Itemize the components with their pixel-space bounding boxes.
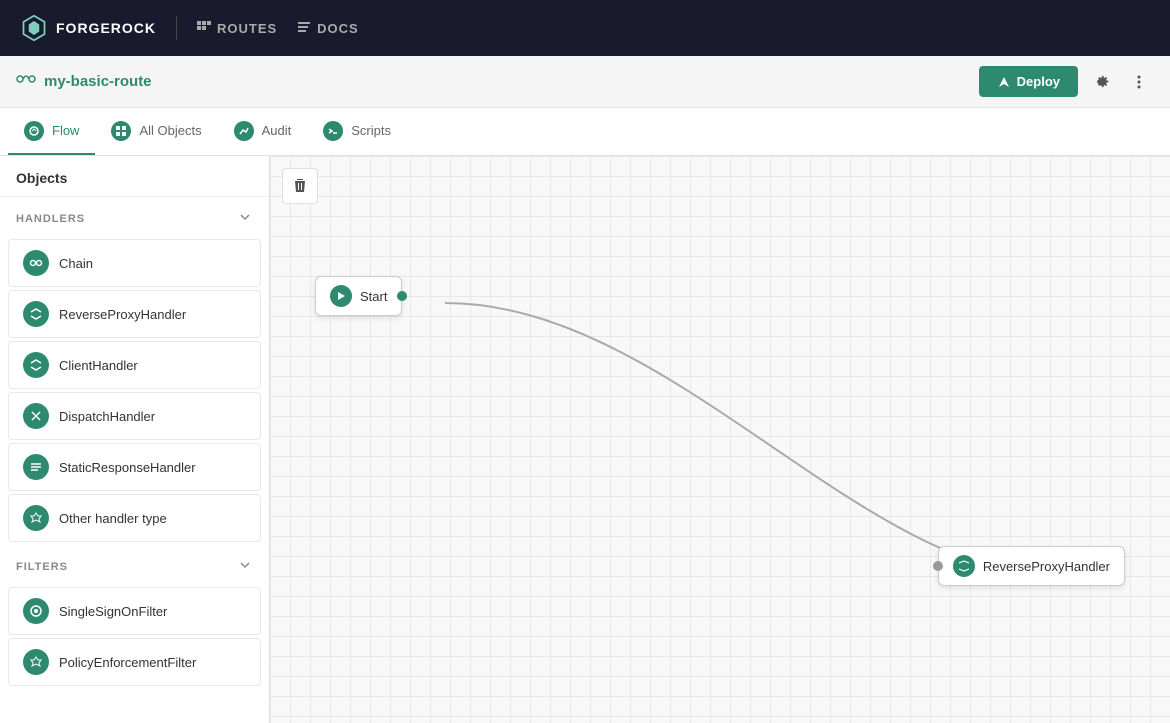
chain-label: Chain (59, 256, 93, 271)
audit-tab-label: Audit (262, 123, 292, 138)
dispatch-handler-label: DispatchHandler (59, 409, 155, 424)
all-objects-tab-icon (111, 121, 131, 141)
more-options-button[interactable] (1124, 67, 1154, 97)
brand-logo[interactable]: FORGEROCK (20, 14, 156, 42)
reverse-proxy-node-label: ReverseProxyHandler (983, 559, 1110, 574)
filters-toggle[interactable] (237, 557, 253, 576)
handler-client[interactable]: ClientHandler (8, 341, 261, 389)
handler-other[interactable]: Other handler type (8, 494, 261, 542)
start-node-output[interactable] (397, 291, 407, 301)
handler-chain[interactable]: Chain (8, 239, 261, 287)
main-layout: Objects HANDLERS Chain ReverseProxyHandl… (0, 156, 1170, 723)
static-response-icon (23, 454, 49, 480)
route-icon (16, 69, 36, 94)
handler-static-response[interactable]: StaticResponseHandler (8, 443, 261, 491)
static-response-label: StaticResponseHandler (59, 460, 196, 475)
delete-button[interactable] (282, 168, 318, 204)
handler-reverse-proxy[interactable]: ReverseProxyHandler (8, 290, 261, 338)
brand-name: FORGEROCK (56, 20, 156, 36)
chain-icon (23, 250, 49, 276)
routes-label: ROUTES (217, 21, 277, 36)
sso-filter-icon (23, 598, 49, 624)
reverse-proxy-icon (23, 301, 49, 327)
tab-flow[interactable]: Flow (8, 108, 95, 155)
header-right: Deploy (979, 66, 1154, 97)
reverse-proxy-node-icon (953, 555, 975, 577)
sidebar: Objects HANDLERS Chain ReverseProxyHandl… (0, 156, 270, 723)
tab-audit[interactable]: Audit (218, 108, 308, 155)
dispatch-handler-icon (23, 403, 49, 429)
deploy-button[interactable]: Deploy (979, 66, 1078, 97)
filters-section-header: FILTERS (0, 545, 269, 584)
tab-scripts[interactable]: Scripts (307, 108, 407, 155)
policy-filter-icon (23, 649, 49, 675)
canvas-toolbar (282, 168, 318, 204)
audit-tab-icon (234, 121, 254, 141)
settings-button[interactable] (1086, 67, 1116, 97)
reverse-proxy-node[interactable]: ReverseProxyHandler (938, 546, 1125, 586)
flow-tab-icon (24, 121, 44, 141)
flow-connection-svg (270, 156, 1170, 723)
filters-section-title: FILTERS (16, 561, 68, 573)
header-left: my-basic-route (16, 69, 152, 94)
handlers-section-title: HANDLERS (16, 213, 85, 225)
reverse-proxy-label: ReverseProxyHandler (59, 307, 186, 322)
reverse-proxy-node-input[interactable] (933, 561, 943, 571)
route-title[interactable]: my-basic-route (44, 73, 152, 90)
start-node[interactable]: Start (315, 276, 402, 316)
start-node-label: Start (360, 289, 387, 304)
docs-label: DOCS (317, 21, 359, 36)
handlers-section-header: HANDLERS (0, 197, 269, 236)
client-handler-icon (23, 352, 49, 378)
scripts-tab-icon (323, 121, 343, 141)
nav-divider (176, 16, 177, 40)
tab-all-objects[interactable]: All Objects (95, 108, 217, 155)
handlers-toggle[interactable] (237, 209, 253, 228)
filter-sso[interactable]: SingleSignOnFilter (8, 587, 261, 635)
all-objects-tab-label: All Objects (139, 123, 201, 138)
filter-policy-enforcement[interactable]: PolicyEnforcementFilter (8, 638, 261, 686)
navbar: FORGEROCK ROUTES DOCS (0, 0, 1170, 56)
docs-link[interactable]: DOCS (297, 21, 359, 36)
policy-filter-label: PolicyEnforcementFilter (59, 655, 196, 670)
canvas-area: Start ReverseProxyHandler (270, 156, 1170, 723)
other-handler-label: Other handler type (59, 511, 167, 526)
objects-title: Objects (0, 156, 269, 197)
tabs-bar: Flow All Objects Audit Scripts (0, 108, 1170, 156)
handler-dispatch[interactable]: DispatchHandler (8, 392, 261, 440)
start-node-icon (330, 285, 352, 307)
scripts-tab-label: Scripts (351, 123, 391, 138)
client-handler-label: ClientHandler (59, 358, 138, 373)
header-bar: my-basic-route Deploy (0, 56, 1170, 108)
flow-tab-label: Flow (52, 123, 79, 138)
routes-link[interactable]: ROUTES (197, 21, 277, 36)
sso-filter-label: SingleSignOnFilter (59, 604, 167, 619)
other-handler-icon (23, 505, 49, 531)
